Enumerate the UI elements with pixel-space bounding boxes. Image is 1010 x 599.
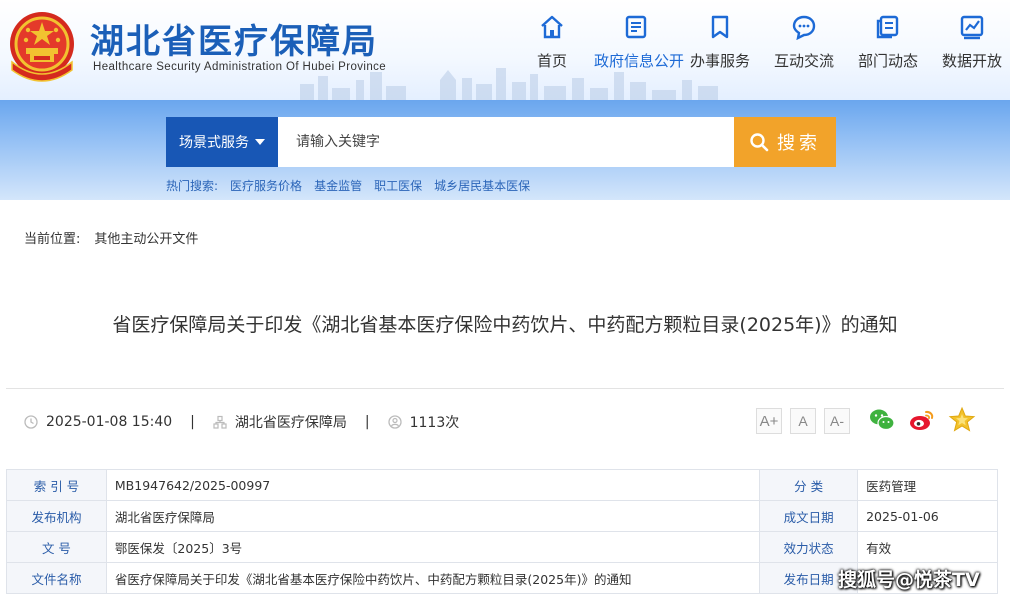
site-title[interactable]: 湖北省医疗保障局 — [90, 14, 378, 63]
search-button-label: 搜索 — [777, 133, 821, 154]
font-size-default-label: A — [798, 413, 808, 429]
wechat-icon[interactable] — [868, 406, 896, 434]
nav-item-services[interactable]: 办事服务 — [678, 10, 762, 71]
table-row: 文 号 鄂医保发〔2025〕3号 效力状态 有效 — [6, 531, 998, 563]
font-size-default-button[interactable]: A — [790, 408, 816, 434]
hot-search-link[interactable]: 基金监管 — [314, 177, 362, 194]
font-size-decrease-button[interactable]: A- — [824, 408, 850, 434]
table-row: 索 引 号 MB1947642/2025-00997 分 类 医药管理 — [6, 469, 998, 501]
info-value: 省医疗保障局关于印发《湖北省基本医疗保险中药饮片、中药配方颗粒目录(2025年)… — [105, 562, 761, 594]
breadcrumb: 当前位置: 其他主动公开文件 — [24, 228, 198, 247]
breadcrumb-current[interactable]: 其他主动公开文件 — [94, 228, 198, 247]
info-value: 2025-01-06 — [857, 500, 998, 532]
hot-search-link[interactable]: 城乡居民基本医保 — [434, 177, 530, 194]
article-source: 湖北省医疗保障局 — [234, 415, 347, 431]
chat-icon — [792, 15, 816, 40]
info-value: 有效 — [857, 531, 998, 563]
info-key: 文件名称 — [6, 562, 107, 594]
favorite-star-icon[interactable] — [948, 406, 976, 434]
user-icon — [387, 415, 402, 429]
article-content: 当前位置: 其他主动公开文件 省医疗保障局关于印发《湖北省基本医疗保险中药饮片、… — [6, 202, 1004, 599]
nav-item-label: 互动交流 — [773, 52, 834, 70]
publish-datetime: 2025-01-08 15:40 — [46, 414, 173, 430]
hot-search-link[interactable]: 职工医保 — [374, 177, 422, 194]
meta-separator: | — [190, 414, 195, 430]
font-size-controls: A+ A A- — [756, 408, 850, 434]
meta-separator: | — [364, 414, 370, 430]
document-icon — [625, 15, 647, 39]
font-size-decrease-label: A- — [830, 413, 844, 429]
search-band: 场景式服务 搜索 热门搜索: 医疗服务价格 基金监管 职工医保 城乡居民基本医保 — [0, 100, 1010, 200]
search-box: 场景式服务 搜索 — [166, 117, 836, 167]
scope-dropdown[interactable]: 场景式服务 — [166, 117, 278, 167]
watermark: 搜狐号@悦茶TV — [838, 569, 980, 591]
font-size-increase-button[interactable]: A+ — [756, 408, 782, 434]
nav-item-interaction[interactable]: 互动交流 — [762, 10, 846, 71]
site-header: 湖北省医疗保障局 Healthcare Security Administrat… — [0, 0, 1010, 100]
nav-item-label: 部门动态 — [857, 52, 918, 70]
info-value: 鄂医保发〔2025〕3号 — [105, 531, 761, 563]
info-key: 成文日期 — [759, 500, 859, 532]
search-icon — [750, 133, 769, 152]
info-key: 发布机构 — [6, 500, 107, 532]
chart-icon — [960, 15, 984, 40]
info-key: 分 类 — [759, 469, 859, 501]
info-value: 医药管理 — [857, 469, 998, 501]
article-title: 省医疗保障局关于印发《湖北省基本医疗保险中药饮片、中药配方颗粒目录(2025年)… — [112, 314, 898, 336]
info-value: MB1947642/2025-00997 — [105, 469, 761, 501]
home-icon — [541, 15, 563, 39]
weibo-icon[interactable] — [908, 406, 936, 434]
info-key: 文 号 — [6, 531, 107, 563]
national-emblem-icon — [10, 12, 74, 82]
info-value: 湖北省医疗保障局 — [105, 500, 761, 532]
nav-item-label: 办事服务 — [689, 52, 750, 70]
nav-item-label: 首页 — [536, 52, 567, 70]
news-icon — [876, 15, 899, 39]
bookmark-icon — [711, 15, 729, 39]
divider — [6, 388, 1004, 389]
font-size-increase-label: A+ — [759, 412, 779, 430]
nav-item-open-data[interactable]: 数据开放 — [930, 10, 1010, 71]
hot-search-link[interactable]: 医疗服务价格 — [230, 177, 302, 194]
nav-item-gov-info[interactable]: 政府信息公开 — [594, 10, 684, 71]
hot-searches-label: 热门搜索: — [166, 179, 219, 193]
clock-icon — [24, 415, 38, 429]
nav-item-label: 数据开放 — [941, 52, 1002, 70]
search-input[interactable] — [278, 117, 734, 167]
view-count: 1113次 — [409, 415, 460, 431]
organization-icon — [213, 415, 227, 429]
main-nav: 首页 政府信息公开 办事服务 互动交流 部门动态 数据开放 — [510, 10, 1010, 71]
info-key: 索 引 号 — [6, 469, 107, 501]
nav-item-label: 政府信息公开 — [594, 52, 685, 70]
search-button[interactable]: 搜索 — [734, 117, 836, 167]
breadcrumb-label: 当前位置: — [24, 232, 81, 247]
table-row: 发布机构 湖北省医疗保障局 成文日期 2025-01-06 — [6, 500, 998, 532]
article-meta: 2025-01-08 15:40 | 湖北省医疗保障局 | 1113次 — [24, 412, 459, 432]
info-key: 效力状态 — [759, 531, 859, 563]
scope-dropdown-label: 场景式服务 — [179, 135, 249, 151]
caret-down-icon — [255, 139, 265, 145]
nav-item-dept-news[interactable]: 部门动态 — [846, 10, 930, 71]
hot-searches: 热门搜索: 医疗服务价格 基金监管 职工医保 城乡居民基本医保 — [166, 177, 530, 194]
nav-item-home[interactable]: 首页 — [510, 10, 594, 71]
share-buttons — [868, 406, 976, 434]
